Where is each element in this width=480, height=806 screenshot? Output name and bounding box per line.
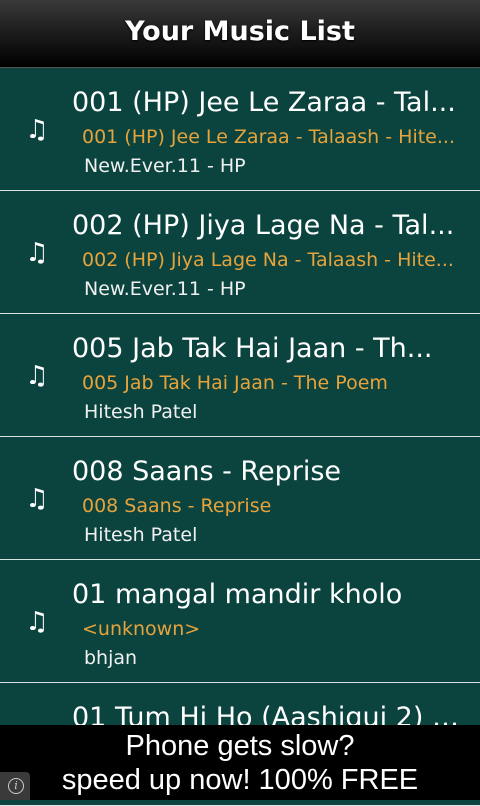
song-artist: Hitesh Patel (84, 401, 198, 423)
song-artist: bhjan (84, 647, 138, 669)
song-title: 008 Saans - Reprise (72, 456, 342, 487)
info-icon: i (8, 778, 24, 794)
music-list: ♫ 001 (HP) Jee Le Zaraa - Tal... 001 (HP… (0, 68, 480, 806)
song-title: 01 mangal mandir kholo (72, 579, 403, 610)
song-artist: Hitesh Patel (84, 524, 198, 546)
music-note-icon: ♫ (25, 361, 49, 391)
song-subtitle: 001 (HP) Jee Le Zaraa - Talaash - Hite..… (82, 126, 455, 148)
list-item[interactable]: ♫ 002 (HP) Jiya Lage Na - Tal... 002 (HP… (0, 191, 480, 314)
song-subtitle: 005 Jab Tak Hai Jaan - The Poem (82, 372, 388, 394)
song-title: 002 (HP) Jiya Lage Na - Tal... (72, 210, 455, 241)
title-bar: Your Music List (0, 0, 480, 68)
song-title: 001 (HP) Jee Le Zaraa - Tal... (72, 87, 456, 118)
song-subtitle: 002 (HP) Jiya Lage Na - Talaash - Hite..… (82, 249, 454, 271)
ad-info-button[interactable]: i (0, 772, 30, 800)
song-artist: New.Ever.11 - HP (84, 155, 246, 177)
song-artist: New.Ever.11 - HP (84, 278, 246, 300)
music-note-icon: ♫ (25, 607, 49, 637)
ad-line-1: Phone gets slow? (125, 730, 355, 762)
music-note-icon: ♫ (25, 115, 49, 145)
song-subtitle: 008 Saans - Reprise (82, 495, 272, 517)
music-note-icon: ♫ (25, 484, 49, 514)
music-note-icon: ♫ (25, 238, 49, 268)
list-item[interactable]: ♫ 001 (HP) Jee Le Zaraa - Tal... 001 (HP… (0, 68, 480, 191)
page-title: Your Music List (125, 16, 355, 47)
ad-banner[interactable]: Phone gets slow? speed up now! 100% FREE… (0, 725, 480, 800)
list-item[interactable]: ♫ 005 Jab Tak Hai Jaan - Th... 005 Jab T… (0, 314, 480, 437)
song-title: 005 Jab Tak Hai Jaan - Th... (72, 333, 433, 364)
song-subtitle: <unknown> (82, 618, 201, 640)
ad-line-2: speed up now! 100% FREE (61, 764, 419, 796)
list-item[interactable]: ♫ 008 Saans - Reprise 008 Saans - Repris… (0, 437, 480, 560)
list-item[interactable]: ♫ 01 mangal mandir kholo <unknown> bhjan (0, 560, 480, 683)
